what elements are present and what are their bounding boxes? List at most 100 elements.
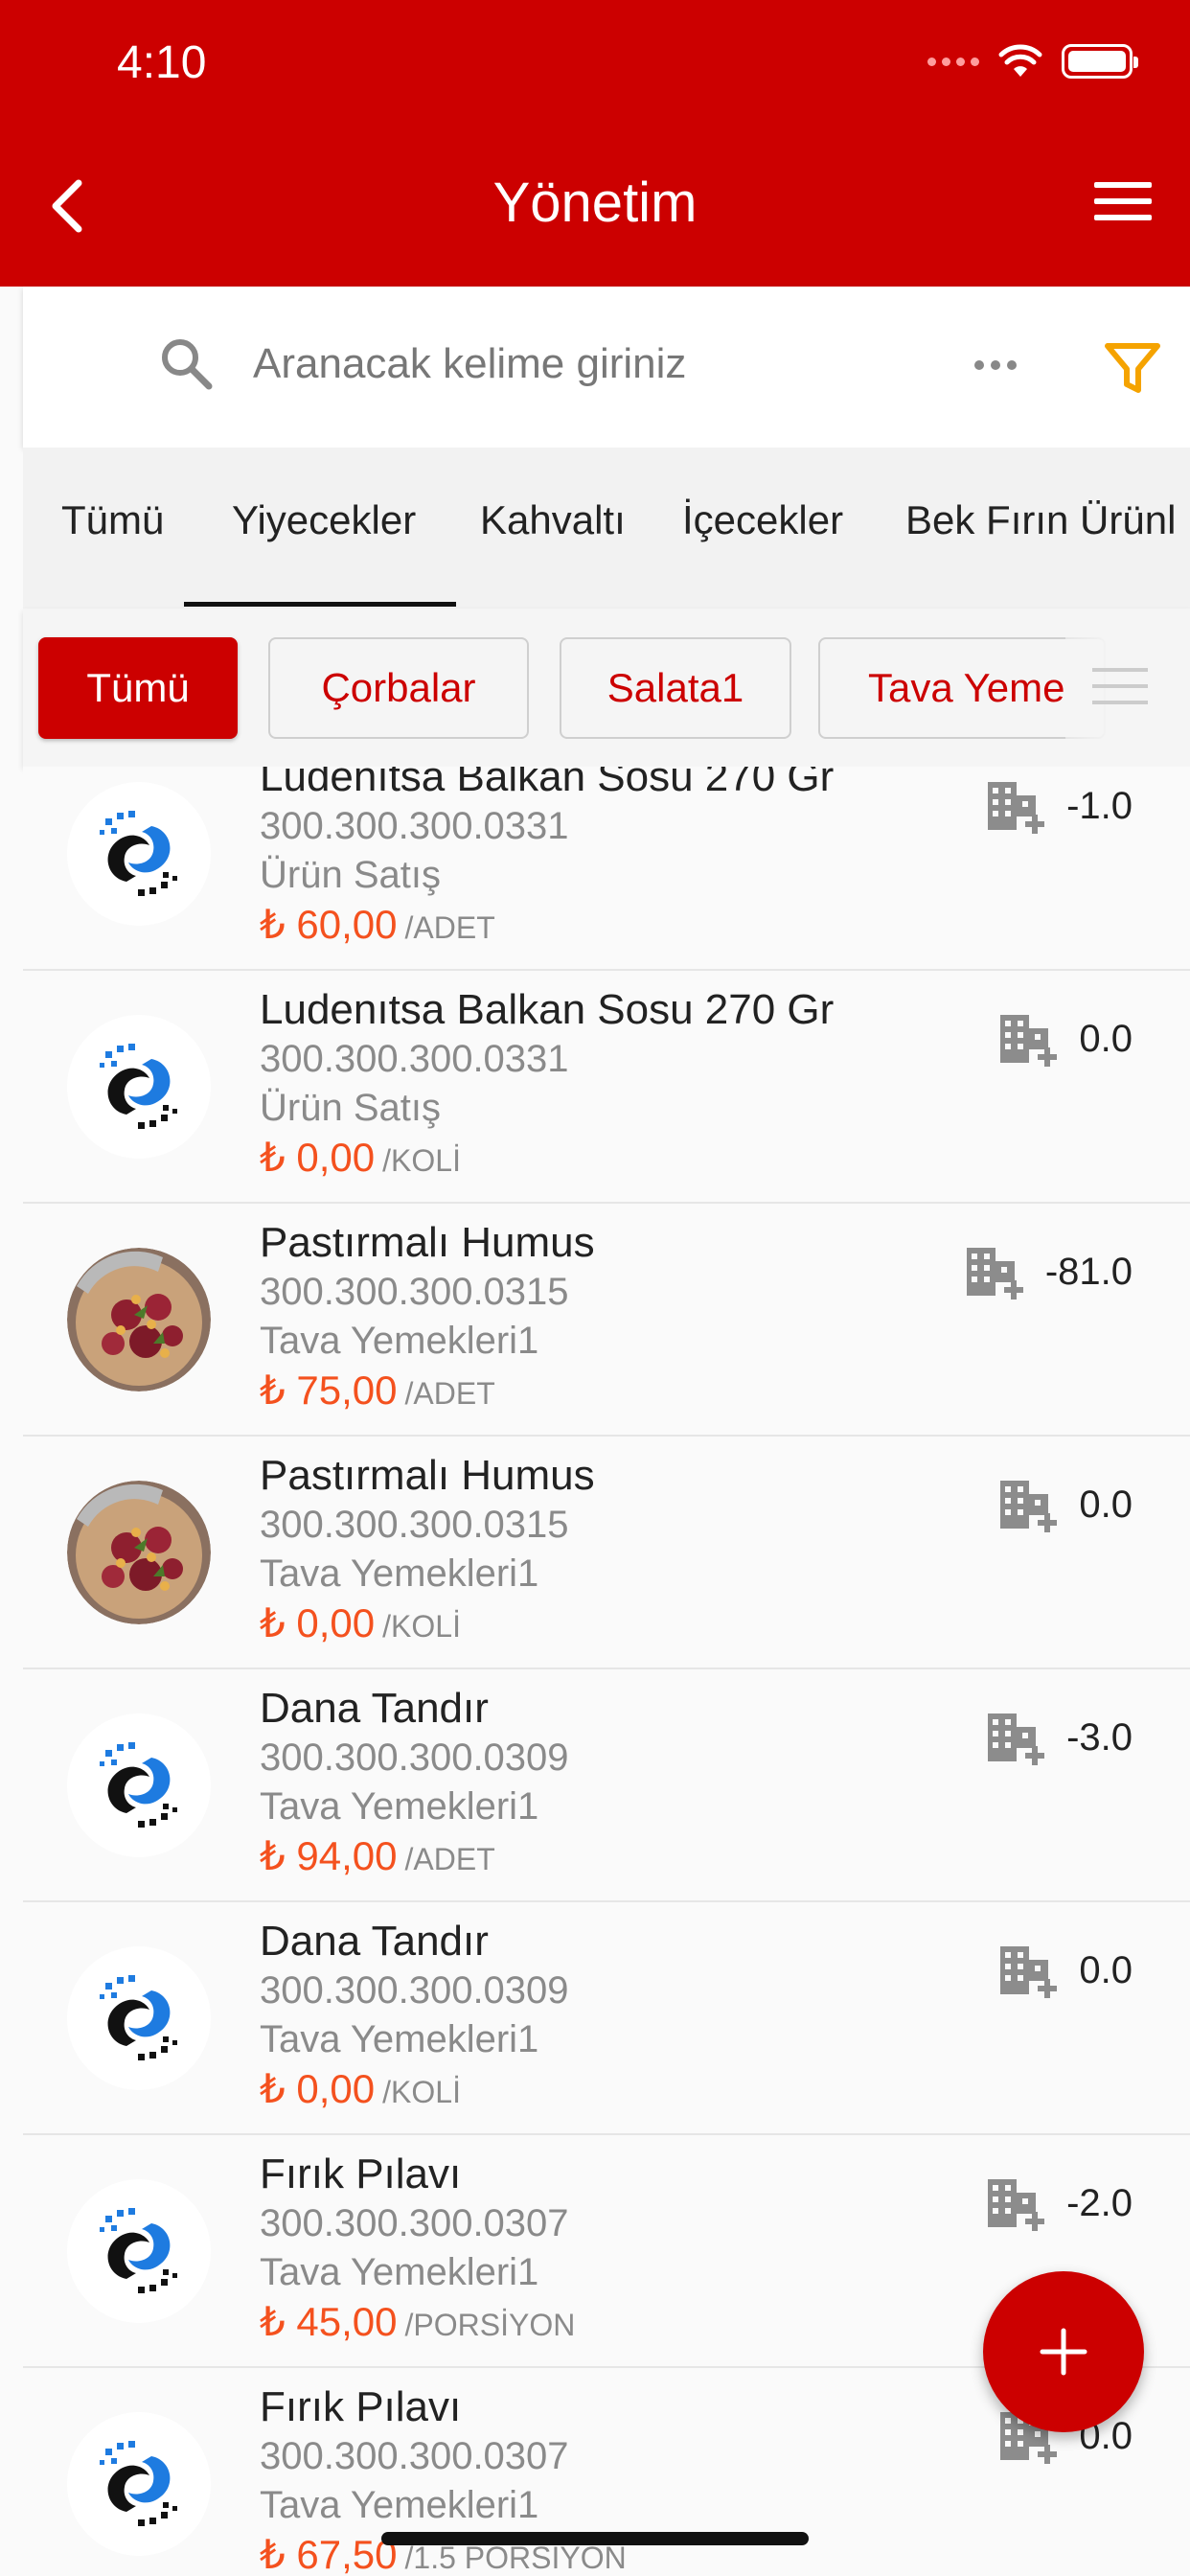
stock-value: -2.0 <box>1066 2181 1133 2224</box>
product-row[interactable]: Ludenıtsa Balkan Sosu 270 Gr 300.300.300… <box>23 971 1190 1204</box>
home-indicator <box>381 2532 809 2545</box>
search-icon <box>162 339 213 390</box>
tab-icecekler[interactable]: İçecekler <box>682 497 843 543</box>
price-unit: /PORSİYON <box>404 2308 576 2342</box>
price-unit: /KOLİ <box>382 1609 461 1644</box>
product-price: ₺ 75,00/ADET <box>260 1367 495 1414</box>
product-image <box>67 2412 211 2556</box>
subcategory-chips: Tümü Çorbalar Salata1 Tava Yeme <box>23 609 1190 767</box>
product-code: 300.300.300.0309 <box>260 1969 569 2012</box>
chip-tava-yemekleri[interactable]: Tava Yeme <box>818 637 1106 739</box>
tab-yiyecekler[interactable]: Yiyecekler <box>232 497 416 543</box>
search-bar <box>23 287 1190 448</box>
stock-value: -3.0 <box>1066 1715 1133 1759</box>
product-price: ₺ 94,00/ADET <box>260 1832 495 1879</box>
stock-value: 0.0 <box>1079 1017 1133 1060</box>
price-value: ₺ 45,00 <box>260 2299 398 2344</box>
menu-button[interactable] <box>1094 182 1152 230</box>
tab-tumu[interactable]: Tümü <box>61 497 164 543</box>
product-code: 300.300.300.0315 <box>260 1271 569 1313</box>
plus-icon <box>1040 2328 1087 2376</box>
product-category: Tava Yemekleri1 <box>260 1320 539 1362</box>
product-code: 300.300.300.0307 <box>260 2202 569 2244</box>
product-row[interactable]: Dana Tandır 300.300.300.0309 Tava Yemekl… <box>23 1902 1190 2135</box>
price-value: ₺ 0,00 <box>260 2066 376 2111</box>
category-tabs: Tümü Yiyecekler Kahvaltı İçecekler Bek F… <box>23 448 1190 609</box>
product-category: Ürün Satış <box>260 854 441 896</box>
stock-value: 0.0 <box>1079 1948 1133 1991</box>
price-value: ₺ 94,00 <box>260 1833 398 1878</box>
price-unit: /ADET <box>404 1842 495 1876</box>
product-image <box>67 2179 211 2323</box>
signal-icon <box>927 57 979 66</box>
product-price: ₺ 0,00/KOLİ <box>260 1599 461 1646</box>
chip-tumu[interactable]: Tümü <box>38 637 238 739</box>
filter-icon[interactable] <box>1102 336 1163 398</box>
stock-info: -2.0 <box>984 2174 1133 2233</box>
product-category: Tava Yemekleri1 <box>260 2484 539 2526</box>
warehouse-add-icon[interactable] <box>963 1242 1026 1301</box>
product-category: Tava Yemekleri1 <box>260 1785 539 1828</box>
product-name: Fırık Pılavı <box>260 2383 462 2430</box>
product-name: Fırık Pılavı <box>260 2150 462 2197</box>
product-row[interactable]: Dana Tandır 300.300.300.0309 Tava Yemekl… <box>23 1669 1190 1902</box>
product-image <box>67 1248 211 1392</box>
warehouse-add-icon[interactable] <box>984 2174 1047 2233</box>
stock-info: 0.0 <box>996 1941 1133 2000</box>
tab-kahvalti[interactable]: Kahvaltı <box>480 497 626 543</box>
product-price: ₺ 60,00/ADET <box>260 901 495 948</box>
price-value: ₺ 75,00 <box>260 1368 398 1413</box>
product-image <box>67 1946 211 2090</box>
price-unit: /1.5 PORSİYON <box>404 2541 627 2575</box>
status-time: 4:10 <box>117 37 207 88</box>
stock-value: -1.0 <box>1066 784 1133 827</box>
product-name: Dana Tandır <box>260 1918 489 1965</box>
status-icons <box>927 44 1138 79</box>
search-input[interactable] <box>253 331 924 398</box>
chips-menu-icon[interactable] <box>1092 668 1148 706</box>
price-value: ₺ 0,00 <box>260 1600 376 1645</box>
chip-corbalar[interactable]: Çorbalar <box>268 637 529 739</box>
page-title: Yönetim <box>492 172 698 234</box>
product-code: 300.300.300.0331 <box>260 805 569 847</box>
price-unit: /KOLİ <box>382 2075 461 2109</box>
app-header: 4:10 Yönetim <box>0 0 1190 287</box>
wifi-icon <box>998 44 1042 77</box>
stock-value: -81.0 <box>1044 1250 1133 1293</box>
warehouse-add-icon[interactable] <box>984 776 1047 836</box>
tab-bek-firin[interactable]: Bek Fırın Ürünl <box>905 497 1176 543</box>
chip-salata1[interactable]: Salata1 <box>560 637 791 739</box>
warehouse-add-icon[interactable] <box>984 1708 1047 1767</box>
product-code: 300.300.300.0331 <box>260 1038 569 1080</box>
stock-info: -1.0 <box>984 776 1133 836</box>
product-image <box>67 782 211 926</box>
product-row[interactable]: Pastırmalı Humus 300.300.300.0315 Tava Y… <box>23 1204 1190 1437</box>
product-category: Tava Yemekleri1 <box>260 2251 539 2293</box>
product-name: Ludenıtsa Balkan Sosu 270 Gr <box>260 986 835 1033</box>
price-unit: /ADET <box>404 910 495 945</box>
product-price: ₺ 0,00/KOLİ <box>260 2065 461 2112</box>
warehouse-add-icon[interactable] <box>996 1009 1060 1069</box>
product-code: 300.300.300.0315 <box>260 1504 569 1546</box>
product-category: Tava Yemekleri1 <box>260 2018 539 2060</box>
warehouse-add-icon[interactable] <box>996 1941 1060 2000</box>
product-code: 300.300.300.0309 <box>260 1736 569 1779</box>
product-name: Pastırmalı Humus <box>260 1452 595 1499</box>
active-tab-indicator <box>184 602 456 607</box>
stock-info: 0.0 <box>996 1009 1133 1069</box>
more-options-button[interactable] <box>957 346 1034 384</box>
product-name: Pastırmalı Humus <box>260 1219 595 1266</box>
product-image <box>67 1481 211 1624</box>
product-category: Ürün Satış <box>260 1087 441 1129</box>
warehouse-add-icon[interactable] <box>996 1475 1060 1534</box>
product-row[interactable]: Ludenıtsa Balkan Sosu 270 Gr 300.300.300… <box>23 767 1190 971</box>
price-value: ₺ 60,00 <box>260 902 398 947</box>
product-name: Dana Tandır <box>260 1685 489 1732</box>
price-value: ₺ 0,00 <box>260 1135 376 1180</box>
price-unit: /KOLİ <box>382 1143 461 1178</box>
add-product-button[interactable] <box>983 2271 1144 2432</box>
product-row[interactable]: Pastırmalı Humus 300.300.300.0315 Tava Y… <box>23 1437 1190 1669</box>
product-price: ₺ 0,00/KOLİ <box>260 1134 461 1181</box>
stock-value: 0.0 <box>1079 1483 1133 1526</box>
product-image <box>67 1015 211 1159</box>
